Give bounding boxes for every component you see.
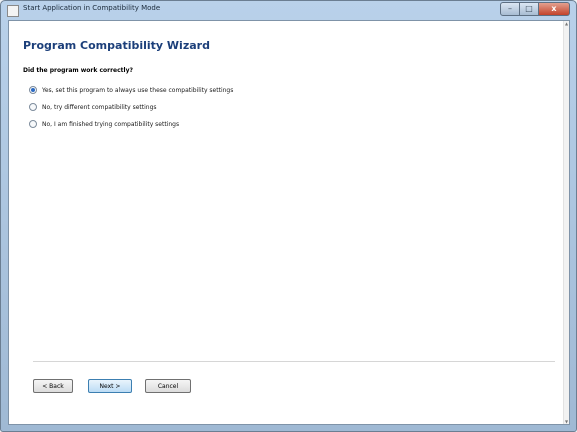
option-yes[interactable]: Yes, set this program to always use thes…: [29, 86, 233, 94]
radio-try-different[interactable]: [29, 103, 37, 111]
vertical-scrollbar[interactable]: ▲ ▼: [563, 21, 569, 424]
option-try-different[interactable]: No, try different compatibility settings: [29, 103, 157, 111]
title-bar[interactable]: Start Application in Compatibility Mode …: [1, 1, 576, 19]
wizard-header: Program Compatibility Wizard: [23, 39, 210, 52]
option-finished-label: No, I am finished trying compatibility s…: [42, 120, 180, 128]
divider-line: [33, 361, 555, 362]
radio-finished[interactable]: [29, 120, 37, 128]
question-text: Did the program work correctly?: [23, 67, 133, 74]
caption-buttons: – □ x: [500, 2, 570, 16]
close-button[interactable]: x: [539, 2, 570, 16]
scroll-down-icon[interactable]: ▼: [564, 419, 569, 424]
option-yes-label: Yes, set this program to always use thes…: [42, 86, 234, 94]
wizard-panel: Program Compatibility Wizard Did the pro…: [8, 20, 570, 425]
minimize-button[interactable]: –: [500, 2, 520, 16]
next-button[interactable]: Next >: [88, 379, 132, 393]
option-finished[interactable]: No, I am finished trying compatibility s…: [29, 120, 179, 128]
window-title: Start Application in Compatibility Mode: [23, 4, 161, 12]
scroll-up-icon[interactable]: ▲: [564, 21, 569, 26]
back-button[interactable]: < Back: [33, 379, 73, 393]
application-window: Start Application in Compatibility Mode …: [0, 0, 577, 432]
app-icon: [7, 5, 19, 17]
maximize-button[interactable]: □: [520, 2, 539, 16]
option-try-different-label: No, try different compatibility settings: [42, 103, 157, 111]
cancel-button[interactable]: Cancel: [145, 379, 191, 393]
radio-yes[interactable]: [29, 86, 37, 94]
